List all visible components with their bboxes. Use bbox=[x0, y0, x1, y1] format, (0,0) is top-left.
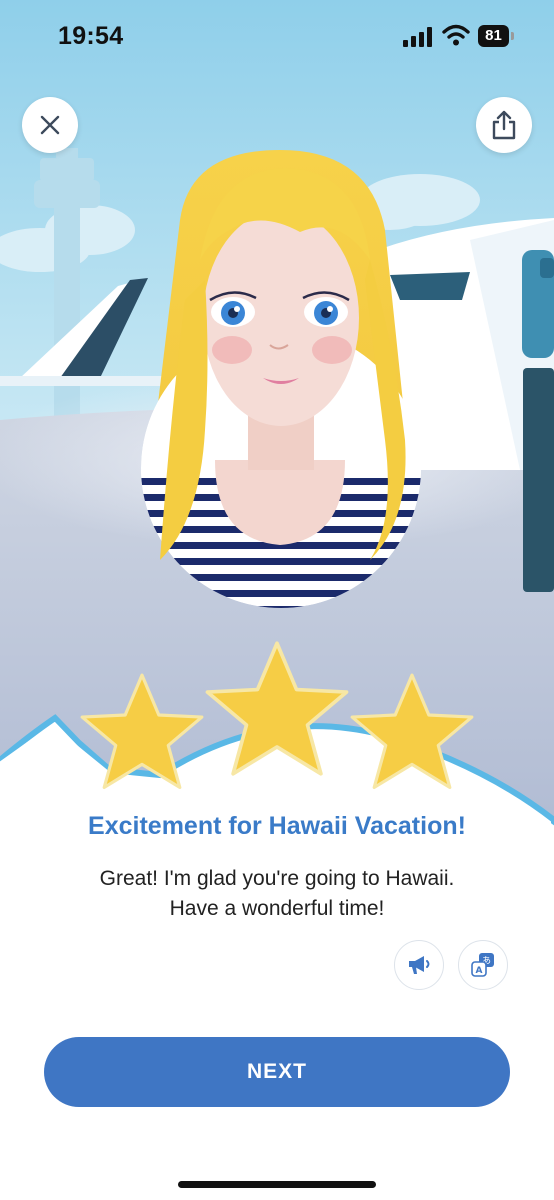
home-indicator bbox=[178, 1181, 376, 1188]
close-icon bbox=[40, 115, 60, 135]
battery-level: 81 bbox=[478, 25, 509, 47]
status-time: 19:54 bbox=[58, 22, 124, 50]
result-message-line: Have a wonderful time! bbox=[169, 897, 385, 920]
wifi-icon bbox=[442, 24, 470, 46]
result-title: Excitement for Hawaii Vacation! bbox=[88, 812, 466, 840]
next-button[interactable]: NEXT bbox=[44, 1037, 510, 1107]
result-message: Great! I'm glad you're going to Hawaii. … bbox=[40, 864, 514, 924]
status-bar: 19:54 81 bbox=[0, 0, 554, 76]
svg-text:A: A bbox=[476, 966, 483, 976]
audio-button[interactable] bbox=[394, 940, 444, 990]
megaphone-icon bbox=[409, 956, 430, 974]
result-message-line: Great! I'm glad you're going to Hawaii. bbox=[99, 867, 455, 890]
battery-icon: 81 bbox=[478, 25, 514, 47]
background-scene bbox=[0, 0, 554, 1200]
share-icon bbox=[492, 110, 516, 140]
share-button[interactable] bbox=[476, 97, 532, 153]
close-button[interactable] bbox=[22, 97, 78, 153]
translate-icon: あ A bbox=[471, 953, 494, 977]
translate-button[interactable]: あ A bbox=[458, 940, 508, 990]
signal-icon bbox=[403, 27, 432, 47]
